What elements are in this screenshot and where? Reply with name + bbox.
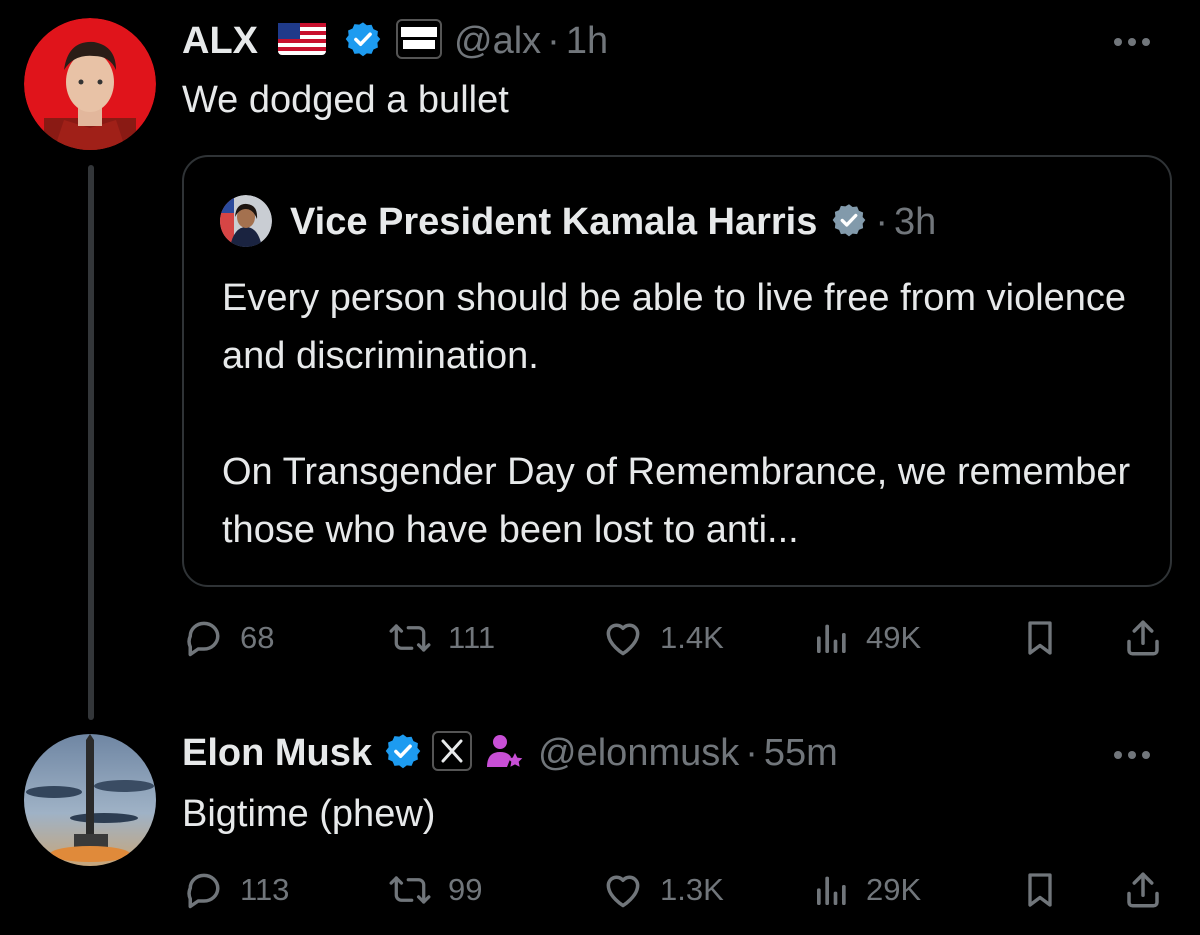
bookmark-icon <box>1020 616 1060 660</box>
quoted-tweet[interactable]: Vice President Kamala Harris · 3h Every … <box>182 155 1172 587</box>
bookmark-button[interactable] <box>1020 860 1060 920</box>
thread-line <box>88 165 94 720</box>
person-star-icon[interactable] <box>484 731 524 776</box>
display-name[interactable]: Elon Musk <box>182 732 372 775</box>
views-icon <box>812 868 852 912</box>
action-bar: 68 111 1.4K 49K <box>182 608 1172 668</box>
heart-icon <box>600 868 646 912</box>
quoted-display-name[interactable]: Vice President Kamala Harris <box>290 201 817 244</box>
quoted-timestamp[interactable]: 3h <box>894 201 936 244</box>
like-button[interactable]: 1.4K <box>600 608 724 668</box>
avatar[interactable] <box>24 734 156 866</box>
share-button[interactable] <box>1122 860 1164 920</box>
tweet-text: Bigtime (phew) <box>182 793 436 835</box>
views-button[interactable]: 29K <box>812 860 921 920</box>
verified-badge-icon[interactable] <box>831 202 867 243</box>
repost-icon <box>386 868 434 912</box>
quoted-avatar[interactable] <box>220 195 272 247</box>
reply-count: 68 <box>240 620 275 655</box>
views-count: 49K <box>866 620 922 655</box>
reply-icon <box>182 868 226 912</box>
handle[interactable]: @alx <box>454 20 541 63</box>
verified-badge-icon[interactable] <box>344 20 382 63</box>
tweet-text: We dodged a bullet <box>182 79 509 121</box>
bookmark-icon <box>1020 868 1060 912</box>
flag-icon <box>278 22 326 60</box>
reply-count: 113 <box>240 872 290 907</box>
separator-dot: · <box>875 200 889 243</box>
views-button[interactable]: 49K <box>812 608 921 668</box>
tweet-header: Elon Musk @elonmusk · 55m <box>182 728 838 778</box>
handle[interactable]: @elonmusk <box>538 732 739 775</box>
heart-icon <box>600 616 646 660</box>
share-icon <box>1122 868 1164 912</box>
x-affiliate-icon[interactable] <box>432 730 473 776</box>
views-count: 29K <box>866 872 922 907</box>
more-icon[interactable] <box>1112 35 1152 47</box>
quoted-paragraph: Every person should be able to live free… <box>222 277 1127 377</box>
verified-badge-icon[interactable] <box>384 732 422 775</box>
reply-icon <box>182 616 226 660</box>
display-name[interactable]: ALX <box>182 20 258 63</box>
like-button[interactable]: 1.3K <box>600 860 724 920</box>
more-icon[interactable] <box>1112 748 1152 760</box>
quoted-text: Every person should be able to live free… <box>222 269 1152 559</box>
share-icon <box>1122 616 1164 660</box>
avatar[interactable] <box>24 18 156 150</box>
repost-count: 99 <box>448 872 483 907</box>
repost-count: 111 <box>448 620 496 655</box>
like-count: 1.4K <box>660 620 724 655</box>
quoted-paragraph: On Transgender Day of Remembrance, we re… <box>222 451 1131 551</box>
share-button[interactable] <box>1122 608 1164 668</box>
reply-button[interactable]: 113 <box>182 860 289 920</box>
repost-icon <box>386 616 434 660</box>
separator-dot: · <box>547 19 560 62</box>
separator-dot: · <box>745 731 758 774</box>
repost-button[interactable]: 99 <box>386 860 482 920</box>
tweet-header: ALX @alx · 1h <box>182 16 608 66</box>
action-bar: 113 99 1.3K 29K <box>182 860 1172 920</box>
like-count: 1.3K <box>660 872 724 907</box>
repost-button[interactable]: 111 <box>386 608 495 668</box>
reply-button[interactable]: 68 <box>182 608 274 668</box>
affiliate-badge-icon[interactable] <box>396 18 442 64</box>
timestamp[interactable]: 55m <box>764 732 838 775</box>
timestamp[interactable]: 1h <box>566 20 608 63</box>
bookmark-button[interactable] <box>1020 608 1060 668</box>
quoted-header: Vice President Kamala Harris · 3h <box>290 197 936 247</box>
views-icon <box>812 616 852 660</box>
